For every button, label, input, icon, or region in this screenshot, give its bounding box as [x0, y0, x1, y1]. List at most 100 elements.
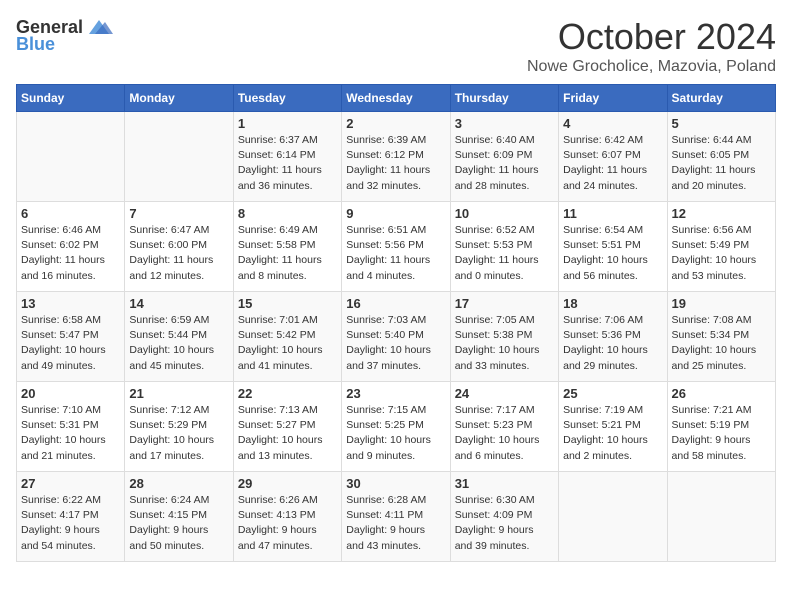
cell-date-number: 2 [346, 116, 445, 131]
calendar-cell: 24 Sunrise: 7:17 AM Sunset: 5:23 PM Dayli… [450, 382, 558, 472]
calendar-cell: 28 Sunrise: 6:24 AM Sunset: 4:15 PM Dayli… [125, 472, 233, 562]
logo-icon [85, 16, 113, 38]
cell-date-number: 16 [346, 296, 445, 311]
cell-info-text: Sunrise: 7:12 AM Sunset: 5:29 PM Dayligh… [129, 403, 228, 464]
cell-date-number: 7 [129, 206, 228, 221]
header-saturday: Saturday [667, 85, 775, 112]
calendar-cell: 14 Sunrise: 6:59 AM Sunset: 5:44 PM Dayli… [125, 292, 233, 382]
cell-date-number: 20 [21, 386, 120, 401]
calendar-header-row: Sunday Monday Tuesday Wednesday Thursday… [17, 85, 776, 112]
calendar-cell: 3 Sunrise: 6:40 AM Sunset: 6:09 PM Daylig… [450, 112, 558, 202]
month-title: October 2024 [527, 16, 776, 58]
cell-info-text: Sunrise: 6:58 AM Sunset: 5:47 PM Dayligh… [21, 313, 120, 374]
cell-info-text: Sunrise: 6:47 AM Sunset: 6:00 PM Dayligh… [129, 223, 228, 284]
header-thursday: Thursday [450, 85, 558, 112]
cell-date-number: 1 [238, 116, 337, 131]
calendar-cell: 22Sunrise: 7:13 AM Sunset: 5:27 PM Dayli… [233, 382, 341, 472]
cell-date-number: 5 [672, 116, 771, 131]
calendar-cell: 17 Sunrise: 7:05 AM Sunset: 5:38 PM Dayli… [450, 292, 558, 382]
calendar-cell: 7 Sunrise: 6:47 AM Sunset: 6:00 PM Daylig… [125, 202, 233, 292]
cell-info-text: Sunrise: 6:24 AM Sunset: 4:15 PM Dayligh… [129, 493, 228, 554]
cell-info-text: Sunrise: 6:22 AM Sunset: 4:17 PM Dayligh… [21, 493, 120, 554]
calendar-cell: 27 Sunrise: 6:22 AM Sunset: 4:17 PM Dayli… [17, 472, 125, 562]
calendar-cell: 19 Sunrise: 7:08 AM Sunset: 5:34 PM Dayli… [667, 292, 775, 382]
cell-date-number: 14 [129, 296, 228, 311]
calendar-cell: 30Sunrise: 6:28 AM Sunset: 4:11 PM Dayli… [342, 472, 450, 562]
cell-date-number: 11 [563, 206, 662, 221]
header-sunday: Sunday [17, 85, 125, 112]
cell-date-number: 8 [238, 206, 337, 221]
calendar-week-row: 20 Sunrise: 7:10 AM Sunset: 5:31 PM Dayli… [17, 382, 776, 472]
cell-info-text: Sunrise: 6:49 AM Sunset: 5:58 PM Dayligh… [238, 223, 337, 284]
cell-info-text: Sunrise: 6:44 AM Sunset: 6:05 PM Dayligh… [672, 133, 771, 194]
cell-info-text: Sunrise: 7:19 AM Sunset: 5:21 PM Dayligh… [563, 403, 662, 464]
cell-date-number: 27 [21, 476, 120, 491]
cell-date-number: 24 [455, 386, 554, 401]
calendar-cell: 11 Sunrise: 6:54 AM Sunset: 5:51 PM Dayli… [559, 202, 667, 292]
calendar-week-row: 27 Sunrise: 6:22 AM Sunset: 4:17 PM Dayli… [17, 472, 776, 562]
cell-info-text: Sunrise: 6:54 AM Sunset: 5:51 PM Dayligh… [563, 223, 662, 284]
cell-date-number: 19 [672, 296, 771, 311]
cell-date-number: 28 [129, 476, 228, 491]
calendar-cell: 18Sunrise: 7:06 AM Sunset: 5:36 PM Dayli… [559, 292, 667, 382]
header-friday: Friday [559, 85, 667, 112]
calendar-cell: 21 Sunrise: 7:12 AM Sunset: 5:29 PM Dayli… [125, 382, 233, 472]
cell-info-text: Sunrise: 7:01 AM Sunset: 5:42 PM Dayligh… [238, 313, 337, 374]
cell-date-number: 3 [455, 116, 554, 131]
calendar-week-row: 6Sunrise: 6:46 AM Sunset: 6:02 PM Daylig… [17, 202, 776, 292]
calendar-cell: 4Sunrise: 6:42 AM Sunset: 6:07 PM Daylig… [559, 112, 667, 202]
cell-info-text: Sunrise: 6:37 AM Sunset: 6:14 PM Dayligh… [238, 133, 337, 194]
cell-info-text: Sunrise: 6:46 AM Sunset: 6:02 PM Dayligh… [21, 223, 120, 284]
cell-info-text: Sunrise: 6:39 AM Sunset: 6:12 PM Dayligh… [346, 133, 445, 194]
page-header: General Blue October 2024 Nowe Grocholic… [16, 16, 776, 76]
cell-date-number: 26 [672, 386, 771, 401]
cell-date-number: 30 [346, 476, 445, 491]
cell-date-number: 25 [563, 386, 662, 401]
cell-info-text: Sunrise: 6:52 AM Sunset: 5:53 PM Dayligh… [455, 223, 554, 284]
cell-info-text: Sunrise: 6:51 AM Sunset: 5:56 PM Dayligh… [346, 223, 445, 284]
cell-info-text: Sunrise: 7:15 AM Sunset: 5:25 PM Dayligh… [346, 403, 445, 464]
calendar-cell: 15 Sunrise: 7:01 AM Sunset: 5:42 PM Dayli… [233, 292, 341, 382]
cell-info-text: Sunrise: 6:59 AM Sunset: 5:44 PM Dayligh… [129, 313, 228, 374]
location-title: Nowe Grocholice, Mazovia, Poland [527, 58, 776, 76]
cell-date-number: 9 [346, 206, 445, 221]
logo-blue-text: Blue [16, 34, 55, 55]
calendar-cell: 8 Sunrise: 6:49 AM Sunset: 5:58 PM Daylig… [233, 202, 341, 292]
cell-date-number: 21 [129, 386, 228, 401]
cell-info-text: Sunrise: 6:40 AM Sunset: 6:09 PM Dayligh… [455, 133, 554, 194]
calendar-cell: 9 Sunrise: 6:51 AM Sunset: 5:56 PM Daylig… [342, 202, 450, 292]
cell-date-number: 15 [238, 296, 337, 311]
cell-date-number: 23 [346, 386, 445, 401]
cell-info-text: Sunrise: 7:03 AM Sunset: 5:40 PM Dayligh… [346, 313, 445, 374]
cell-date-number: 4 [563, 116, 662, 131]
cell-info-text: Sunrise: 7:10 AM Sunset: 5:31 PM Dayligh… [21, 403, 120, 464]
cell-date-number: 10 [455, 206, 554, 221]
cell-info-text: Sunrise: 7:17 AM Sunset: 5:23 PM Dayligh… [455, 403, 554, 464]
cell-info-text: Sunrise: 6:30 AM Sunset: 4:09 PM Dayligh… [455, 493, 554, 554]
cell-date-number: 18 [563, 296, 662, 311]
cell-date-number: 13 [21, 296, 120, 311]
calendar-week-row: 13 Sunrise: 6:58 AM Sunset: 5:47 PM Dayli… [17, 292, 776, 382]
calendar-table: Sunday Monday Tuesday Wednesday Thursday… [16, 84, 776, 562]
calendar-cell [667, 472, 775, 562]
cell-date-number: 17 [455, 296, 554, 311]
calendar-cell [559, 472, 667, 562]
calendar-cell: 5 Sunrise: 6:44 AM Sunset: 6:05 PM Daylig… [667, 112, 775, 202]
header-tuesday: Tuesday [233, 85, 341, 112]
cell-info-text: Sunrise: 6:56 AM Sunset: 5:49 PM Dayligh… [672, 223, 771, 284]
calendar-cell: 29Sunrise: 6:26 AM Sunset: 4:13 PM Dayli… [233, 472, 341, 562]
cell-info-text: Sunrise: 7:21 AM Sunset: 5:19 PM Dayligh… [672, 403, 771, 464]
header-monday: Monday [125, 85, 233, 112]
calendar-cell: 16 Sunrise: 7:03 AM Sunset: 5:40 PM Dayli… [342, 292, 450, 382]
calendar-cell: 6Sunrise: 6:46 AM Sunset: 6:02 PM Daylig… [17, 202, 125, 292]
cell-date-number: 12 [672, 206, 771, 221]
calendar-week-row: 1 Sunrise: 6:37 AM Sunset: 6:14 PM Daylig… [17, 112, 776, 202]
cell-info-text: Sunrise: 7:08 AM Sunset: 5:34 PM Dayligh… [672, 313, 771, 374]
calendar-cell [125, 112, 233, 202]
calendar-cell: 1 Sunrise: 6:37 AM Sunset: 6:14 PM Daylig… [233, 112, 341, 202]
calendar-title-area: October 2024 Nowe Grocholice, Mazovia, P… [527, 16, 776, 76]
calendar-cell: 13 Sunrise: 6:58 AM Sunset: 5:47 PM Dayli… [17, 292, 125, 382]
logo: General Blue [16, 16, 113, 55]
cell-info-text: Sunrise: 7:05 AM Sunset: 5:38 PM Dayligh… [455, 313, 554, 374]
header-wednesday: Wednesday [342, 85, 450, 112]
